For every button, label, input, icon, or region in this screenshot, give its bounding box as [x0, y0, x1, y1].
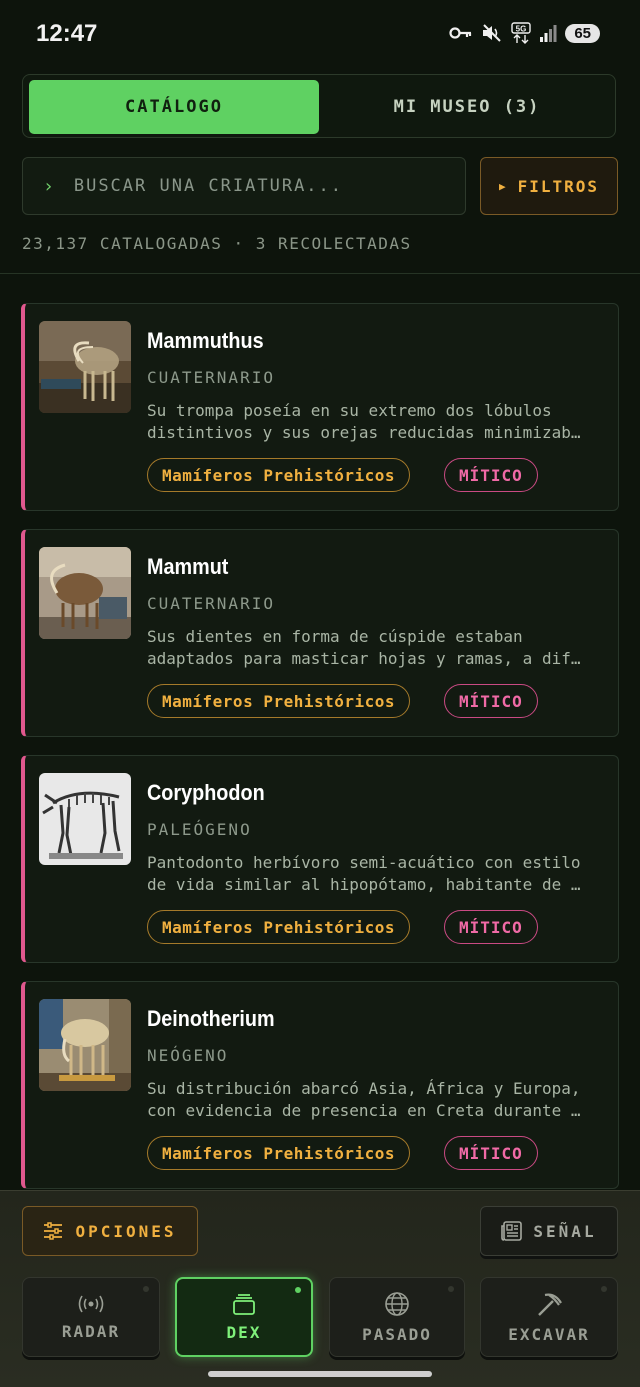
rarity-tag: MÍTICO [444, 684, 538, 718]
description-line: distintivos y sus orejas reducidas minim… [147, 423, 581, 442]
nav-label: RADAR [61, 1321, 121, 1341]
creature-era: CUATERNARIO [147, 368, 275, 387]
filters-label: FILTROS [517, 176, 600, 196]
creature-thumbnail [39, 321, 131, 413]
creature-name: Coryphodon [147, 780, 265, 805]
creature-description: Pantodonto herbívoro semi-acuático con e… [147, 852, 603, 896]
tab-my-museum[interactable]: MI MUSEO (3) [323, 80, 611, 134]
creature-thumbnail [39, 999, 131, 1091]
creature-description: Su distribución abarcó Asia, África y Eu… [147, 1078, 603, 1122]
nav-radar[interactable]: RADAR [22, 1277, 160, 1357]
status-dot [295, 1287, 301, 1293]
category-tag: Mamíferos Prehistóricos [147, 1136, 411, 1170]
catalog-counts: 23,137 CATALOGADAS · 3 RECOLECTADAS [22, 234, 412, 253]
triangle-right-icon: ▶ [498, 179, 508, 193]
sliders-icon [44, 1222, 63, 1240]
signal-label: SEÑAL [533, 1221, 597, 1241]
key-icon [449, 27, 472, 39]
description-line: Pantodonto herbívoro semi-acuático con e… [147, 853, 581, 872]
pickaxe-icon [538, 1293, 562, 1316]
status-icons: 5G 65 [449, 22, 600, 44]
description-line: de vida similar al hipopótamo, habitante… [147, 875, 581, 894]
battery-level: 65 [565, 23, 600, 43]
signal-button[interactable]: SEÑAL [480, 1206, 618, 1256]
category-tag: Mamíferos Prehistóricos [147, 458, 411, 492]
creature-card[interactable]: Deinotherium NEÓGENO Su distribución aba… [21, 981, 619, 1189]
radar-icon [78, 1295, 104, 1312]
creature-era: PALEÓGENO [147, 820, 252, 839]
description-line: Su distribución abarcó Asia, África y Eu… [147, 1079, 581, 1098]
signal-icon [540, 25, 557, 42]
nav-past[interactable]: PASADO [329, 1277, 465, 1357]
options-button[interactable]: OPCIONES [22, 1206, 198, 1256]
creature-name: Mammuthus [147, 328, 264, 353]
nav-label: DEX [226, 1322, 262, 1342]
status-dot [143, 1286, 149, 1292]
svg-text:5G: 5G [516, 25, 527, 34]
status-time: 12:47 [36, 20, 98, 47]
creature-card[interactable]: Coryphodon PALEÓGENO Pantodonto herbívor… [21, 755, 619, 963]
description-line: Sus dientes en forma de cúspide estaban [147, 627, 523, 646]
news-icon [501, 1221, 523, 1241]
home-indicator [208, 1371, 432, 1377]
rarity-tag: MÍTICO [444, 1136, 538, 1170]
creature-era: CUATERNARIO [147, 594, 275, 613]
search-box[interactable]: › [22, 157, 466, 215]
globe-icon [385, 1291, 409, 1316]
category-tag: Mamíferos Prehistóricos [147, 684, 411, 718]
status-dot [448, 1286, 454, 1292]
creature-name: Mammut [147, 554, 229, 579]
nav-dex[interactable]: DEX [175, 1277, 313, 1357]
5g-icon: 5G [511, 22, 532, 44]
creature-description: Su trompa poseía en su extremo dos lóbul… [147, 400, 603, 444]
tab-bar: CATÁLOGO MI MUSEO (3) [22, 74, 616, 138]
mute-icon [483, 24, 502, 42]
nav-dig[interactable]: EXCAVAR [480, 1277, 618, 1357]
nav-label: EXCAVAR [508, 1324, 590, 1344]
divider [0, 273, 640, 274]
tab-catalog[interactable]: CATÁLOGO [29, 80, 319, 134]
options-label: OPCIONES [75, 1221, 177, 1241]
cards-icon [233, 1293, 255, 1315]
creature-thumbnail [39, 773, 131, 865]
rarity-tag: MÍTICO [444, 458, 538, 492]
creature-card[interactable]: Mammut CUATERNARIO Sus dientes en forma … [21, 529, 619, 737]
creature-description: Sus dientes en forma de cúspide estaban … [147, 626, 603, 670]
nav-label: PASADO [362, 1324, 432, 1344]
category-tag: Mamíferos Prehistóricos [147, 910, 411, 944]
rarity-tag: MÍTICO [444, 910, 538, 944]
description-line: adaptados para masticar hojas y ramas, a… [147, 649, 581, 668]
description-line: Su trompa poseía en su extremo dos lóbul… [147, 401, 552, 420]
creature-era: NEÓGENO [147, 1046, 229, 1065]
filters-button[interactable]: ▶ FILTROS [480, 157, 618, 215]
creature-thumbnail [39, 547, 131, 639]
status-dot [601, 1286, 607, 1292]
description-line: con evidencia de presencia en Creta dura… [147, 1101, 581, 1120]
search-input[interactable] [71, 175, 436, 197]
creature-name: Deinotherium [147, 1006, 275, 1031]
chevron-right-icon: › [43, 175, 54, 197]
creature-card[interactable]: Mammuthus CUATERNARIO Su trompa poseía e… [21, 303, 619, 511]
